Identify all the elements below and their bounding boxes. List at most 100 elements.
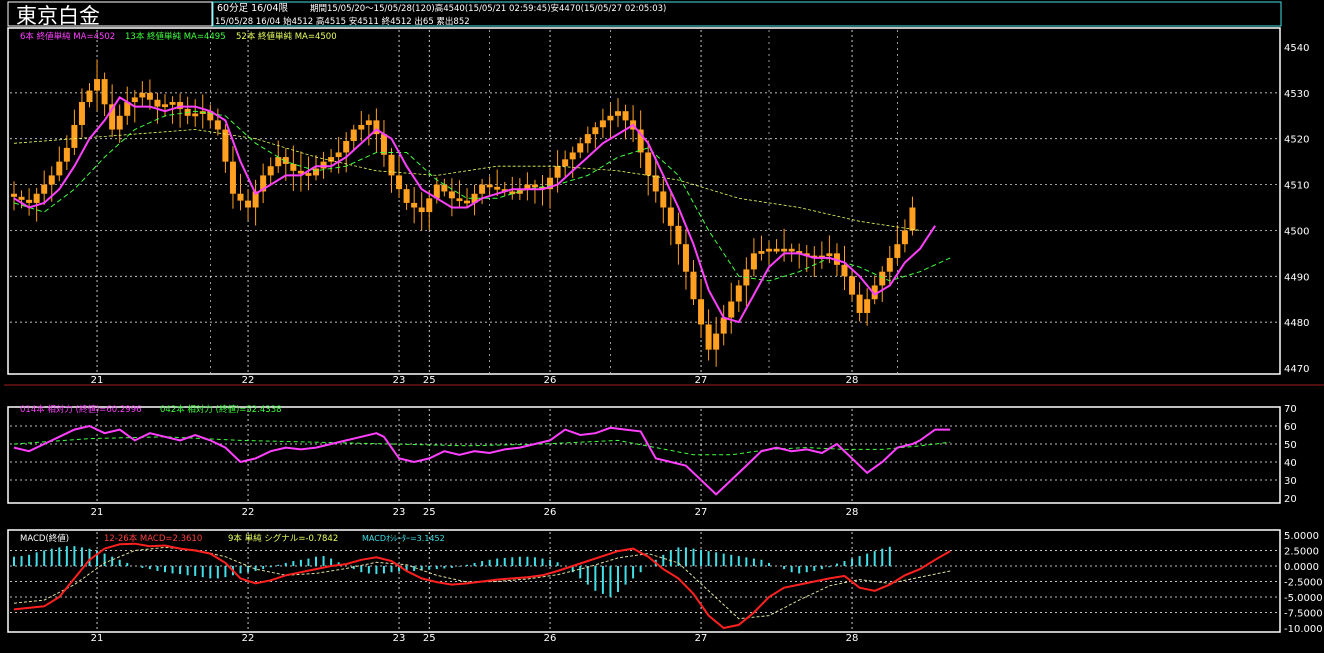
rsi-y-tick-label: 20 <box>1284 494 1297 505</box>
candle-body <box>750 253 757 270</box>
candle-body <box>192 113 199 117</box>
candle-body <box>365 120 372 125</box>
candle-body <box>599 120 606 128</box>
candle-body <box>682 244 689 272</box>
indicator-lines <box>13 96 951 630</box>
candle-body <box>531 184 538 188</box>
macd-y-tick-label: -7.5000 <box>1284 609 1323 620</box>
ma6-legend: 6本 終値単純 MA=4502 <box>20 31 115 42</box>
candle-body <box>154 99 161 107</box>
price-y-tick-label: 4470 <box>1284 364 1309 375</box>
date-tick-label: 21 <box>91 375 104 386</box>
instrument-title: 東京白金 <box>16 4 100 28</box>
candle-body <box>328 157 335 162</box>
candle-body <box>577 143 584 153</box>
candle-body <box>841 264 848 277</box>
date-tick-label: 25 <box>423 507 436 518</box>
candle-body <box>18 196 25 200</box>
macd-panel-frame <box>7 529 1281 633</box>
candle-body <box>418 207 425 213</box>
candle-body <box>562 159 569 167</box>
candle-body <box>569 152 576 160</box>
date-tick-label: 28 <box>846 375 859 386</box>
rsi-panel-frame <box>7 406 1281 504</box>
period-info: 期間15/05/20～15/05/28(120)高4540(15/05/21 0… <box>310 3 666 14</box>
candle-body <box>894 244 901 258</box>
candle-body <box>856 294 863 313</box>
candle-body <box>660 191 667 208</box>
rsi42-legend: 042本 相対力 (終値)=52.4338 <box>160 404 282 415</box>
candle-body <box>320 161 327 169</box>
candle-body <box>615 111 621 116</box>
candle-body <box>788 248 795 252</box>
candle-body <box>879 271 886 286</box>
candle-body <box>675 225 682 245</box>
date-tick-label: 27 <box>695 375 708 386</box>
candle-body <box>479 184 486 194</box>
date-tick-label: 23 <box>393 507 406 518</box>
date-tick-label: 28 <box>846 507 859 518</box>
candle-body <box>901 230 908 245</box>
candle-body <box>245 200 252 208</box>
candle-body <box>229 161 236 194</box>
candle-body <box>343 141 350 153</box>
date-tick-label: 26 <box>544 507 557 518</box>
candle-body <box>456 198 463 202</box>
candle-body <box>448 191 455 199</box>
candle-body <box>41 184 48 194</box>
date-tick-label: 21 <box>91 633 104 644</box>
macd-title-legend: MACD(終値) <box>20 533 69 544</box>
candle-body <box>403 189 410 203</box>
date-tick-label: 22 <box>242 375 255 386</box>
date-tick-label: 25 <box>423 375 436 386</box>
candle-body <box>267 166 274 176</box>
candle-body <box>11 193 17 197</box>
chart-canvas: 東京白金 60分足 16/04限 期間15/05/20～15/05/28(120… <box>4 1 1324 644</box>
date-tick-label: 23 <box>393 633 406 644</box>
candle-body <box>131 97 138 103</box>
price-y-tick-label: 4480 <box>1284 318 1309 329</box>
price-panel-frame <box>7 27 1281 375</box>
price-y-tick-label: 4540 <box>1284 43 1309 54</box>
candles-layer <box>11 59 916 367</box>
candle-body <box>486 184 493 188</box>
candle-body <box>63 147 70 162</box>
timeframe-label: 60分足 16/04限 <box>217 3 288 14</box>
candle-body <box>101 79 108 105</box>
rsi-y-tick-label: 40 <box>1284 458 1297 469</box>
candle-body <box>592 127 599 135</box>
candle-body <box>26 199 33 203</box>
macd-y-tick-label: 2.5000 <box>1284 547 1319 558</box>
date-tick-label: 22 <box>242 507 255 518</box>
candle-body <box>554 166 561 178</box>
price-y-tick-label: 4500 <box>1284 226 1309 237</box>
candle-body <box>758 251 765 254</box>
macd-y-tick-label: -5.0000 <box>1284 593 1323 604</box>
candle-body <box>864 299 871 313</box>
candle-body <box>78 102 85 125</box>
macd-y-tick-label: 5.0000 <box>1284 531 1319 542</box>
quote-info: 15/05/28 16/04 始4512 高4515 安4511 終4512 出… <box>215 16 470 27</box>
candle-body <box>826 253 833 257</box>
date-tick-label: 21 <box>91 507 104 518</box>
macd-line <box>13 542 951 630</box>
candle-body <box>886 257 893 272</box>
candle-body <box>335 152 342 158</box>
candle-body <box>56 161 63 176</box>
candle-body <box>698 299 705 325</box>
price-y-tick-label: 4530 <box>1284 89 1309 100</box>
candle-body <box>909 207 916 231</box>
candle-body <box>690 271 697 300</box>
rsi-y-tick-label: 60 <box>1284 422 1297 433</box>
date-tick-label: 28 <box>846 633 859 644</box>
candle-body <box>411 202 418 208</box>
candle-body <box>169 102 176 105</box>
candle-body <box>584 134 591 144</box>
rsi14-line <box>13 424 951 496</box>
price-y-tick-label: 4520 <box>1284 135 1309 146</box>
date-tick-label: 22 <box>242 633 255 644</box>
date-tick-label: 27 <box>695 633 708 644</box>
candle-body <box>713 333 720 350</box>
candle-body <box>33 193 40 203</box>
rsi-y-tick-label: 30 <box>1284 476 1297 487</box>
